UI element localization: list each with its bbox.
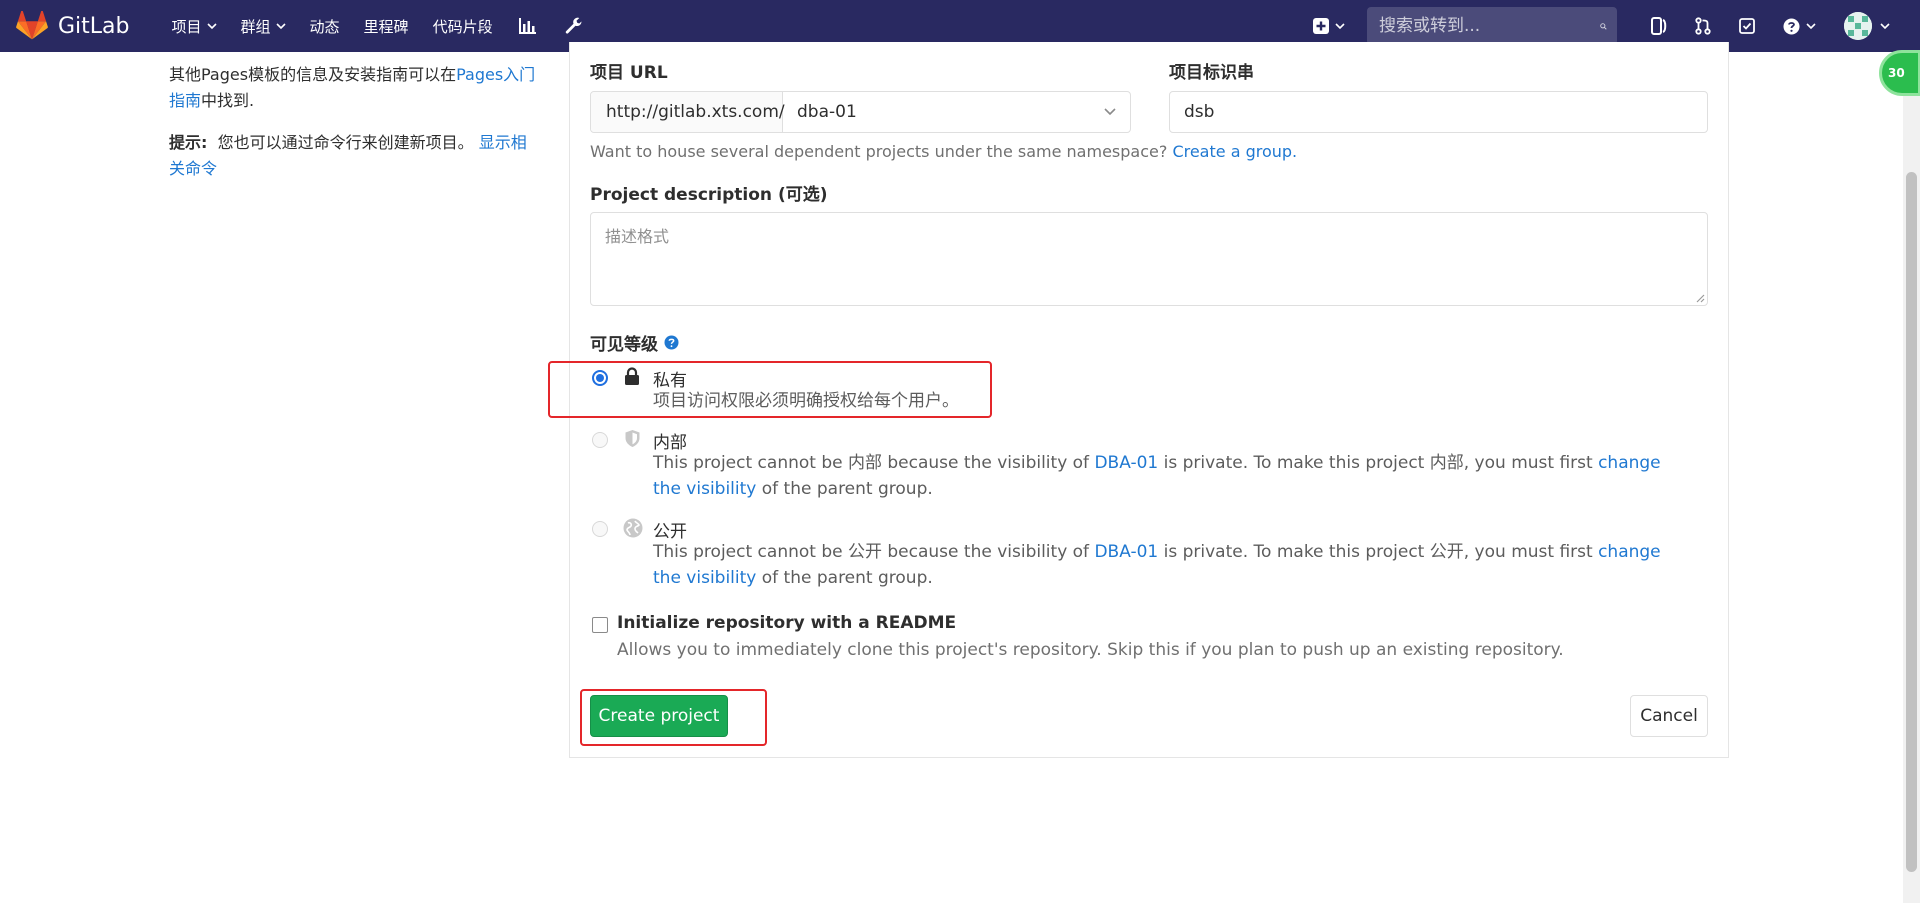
todo-icon [1739, 18, 1755, 34]
visibility-internal-radio[interactable] [592, 432, 608, 448]
parent-group-link[interactable]: DBA-01 [1094, 453, 1158, 473]
url-prefix: http://gitlab.xts.com/ [591, 92, 785, 132]
project-description-textarea[interactable]: 描述格式 [590, 212, 1708, 306]
question-circle-icon[interactable] [664, 335, 679, 350]
plus-square-icon [1313, 18, 1329, 34]
project-url-label: 项目 URL [590, 63, 668, 83]
gitlab-logo-icon [16, 11, 48, 40]
wrench-icon [565, 17, 582, 34]
chevron-down-icon [275, 22, 286, 29]
namespace-value: dba-01 [797, 102, 857, 122]
initialize-readme-label[interactable]: Initialize repository with a README [617, 613, 956, 633]
visibility-private-radio[interactable] [592, 370, 608, 386]
visibility-label-text: 可见等级 [590, 335, 658, 355]
parent-group-link[interactable]: DBA-01 [1094, 542, 1158, 562]
page-scrollbar[interactable] [1903, 52, 1920, 903]
internal-desc-part: This project cannot be 内部 because the vi… [653, 453, 1095, 473]
nav-activity-chart-button[interactable] [505, 0, 551, 52]
scrollbar-thumb[interactable] [1906, 172, 1917, 872]
public-desc-part: is private. To make this project 公开, you… [1158, 542, 1599, 562]
public-desc-part: of the parent group. [756, 568, 933, 588]
description-label-text: Project description [590, 185, 773, 205]
globe-icon [623, 518, 643, 538]
project-url-group: http://gitlab.xts.com/ dba-01 [590, 91, 1131, 133]
visibility-private-desc: 项目访问权限必须明确授权给每个用户。 [653, 391, 959, 411]
chevron-down-icon [1880, 22, 1890, 29]
avatar [1844, 12, 1872, 40]
gitlab-brand[interactable]: GitLab [16, 11, 130, 41]
chevron-down-icon [206, 22, 217, 29]
nav-item-groups[interactable]: 群组 [229, 0, 298, 52]
nav-item-activity[interactable]: 动态 [298, 0, 352, 52]
chart-icon [518, 18, 536, 34]
new-project-form: 项目 URL http://gitlab.xts.com/ dba-01 项目标… [569, 42, 1729, 758]
nav-menu: 项目 群组 动态 里程碑 代码片段 [160, 0, 597, 52]
issues-icon [1651, 17, 1667, 35]
tip-text: 您也可以通过命令行来创建新项目。 [217, 133, 474, 152]
namespace-help-text: Want to house several dependent projects… [590, 142, 1168, 161]
visibility-internal-desc: This project cannot be 内部 because the vi… [653, 450, 1693, 502]
create-project-button[interactable]: Create project [590, 695, 728, 737]
pages-text-prefix: 其他Pages模板的信息及安装指南可以在 [169, 65, 457, 84]
visibility-public-radio[interactable] [592, 521, 608, 537]
create-group-link[interactable]: Create a group. [1172, 142, 1297, 161]
chevron-down-icon [1806, 22, 1816, 29]
search-input[interactable] [1377, 15, 1600, 37]
namespace-help: Want to house several dependent projects… [590, 142, 1297, 161]
pages-info-text: 其他Pages模板的信息及安装指南可以在Pages入门指南中找到. [169, 62, 539, 114]
internal-desc-part: is private. To make this project 内部, you… [1158, 453, 1599, 473]
help-icon [1783, 18, 1800, 34]
description-optional: (可选) [777, 185, 828, 205]
floating-badge[interactable]: 30 [1879, 50, 1920, 96]
nav-item-milestones[interactable]: 里程碑 [352, 0, 421, 52]
initialize-readme-checkbox[interactable] [592, 617, 608, 633]
public-desc-part: This project cannot be 公开 because the vi… [653, 542, 1095, 562]
nav-item-label: 动态 [309, 17, 340, 36]
user-menu-button[interactable] [1830, 0, 1920, 52]
cancel-button[interactable]: Cancel [1630, 695, 1708, 737]
cli-tip-text: 提示: 您也可以通过命令行来创建新项目。 显示相关命令 [169, 130, 539, 182]
nav-item-label: 里程碑 [363, 17, 409, 36]
chevron-down-icon [1335, 22, 1345, 29]
pages-text-suffix: 中找到. [201, 91, 255, 110]
brand-name: GitLab [58, 13, 130, 39]
help-dropdown-button[interactable] [1769, 0, 1830, 52]
description-placeholder: 描述格式 [605, 227, 670, 246]
lock-icon [625, 367, 639, 385]
nav-item-label: 群组 [240, 17, 271, 36]
todos-button[interactable] [1725, 0, 1769, 52]
initialize-readme-desc: Allows you to immediately clone this pro… [617, 640, 1564, 660]
identicon-icon [1844, 12, 1872, 40]
description-label: Project description (可选) [590, 180, 827, 205]
sidebar-info: 其他Pages模板的信息及安装指南可以在Pages入门指南中找到. 提示: 您也… [169, 62, 539, 194]
search-icon [1600, 22, 1607, 30]
project-slug-input[interactable]: dsb [1169, 91, 1708, 133]
internal-desc-part: of the parent group. [756, 479, 933, 499]
merge-request-icon [1695, 17, 1711, 35]
shield-icon [625, 430, 640, 447]
visibility-label: 可见等级 [590, 330, 679, 355]
resize-grip-icon[interactable] [1695, 293, 1705, 303]
nav-item-label: 代码片段 [432, 17, 493, 36]
nav-item-projects[interactable]: 项目 [160, 0, 229, 52]
project-slug-label: 项目标识串 [1169, 63, 1254, 83]
search-box[interactable] [1367, 7, 1617, 45]
nav-item-label: 项目 [171, 17, 202, 36]
nav-item-snippets[interactable]: 代码片段 [421, 0, 505, 52]
visibility-public-desc: This project cannot be 公开 because the vi… [653, 539, 1693, 591]
namespace-select[interactable]: dba-01 [783, 92, 1130, 132]
chevron-down-icon [1104, 108, 1116, 116]
tip-label: 提示: [169, 133, 208, 152]
